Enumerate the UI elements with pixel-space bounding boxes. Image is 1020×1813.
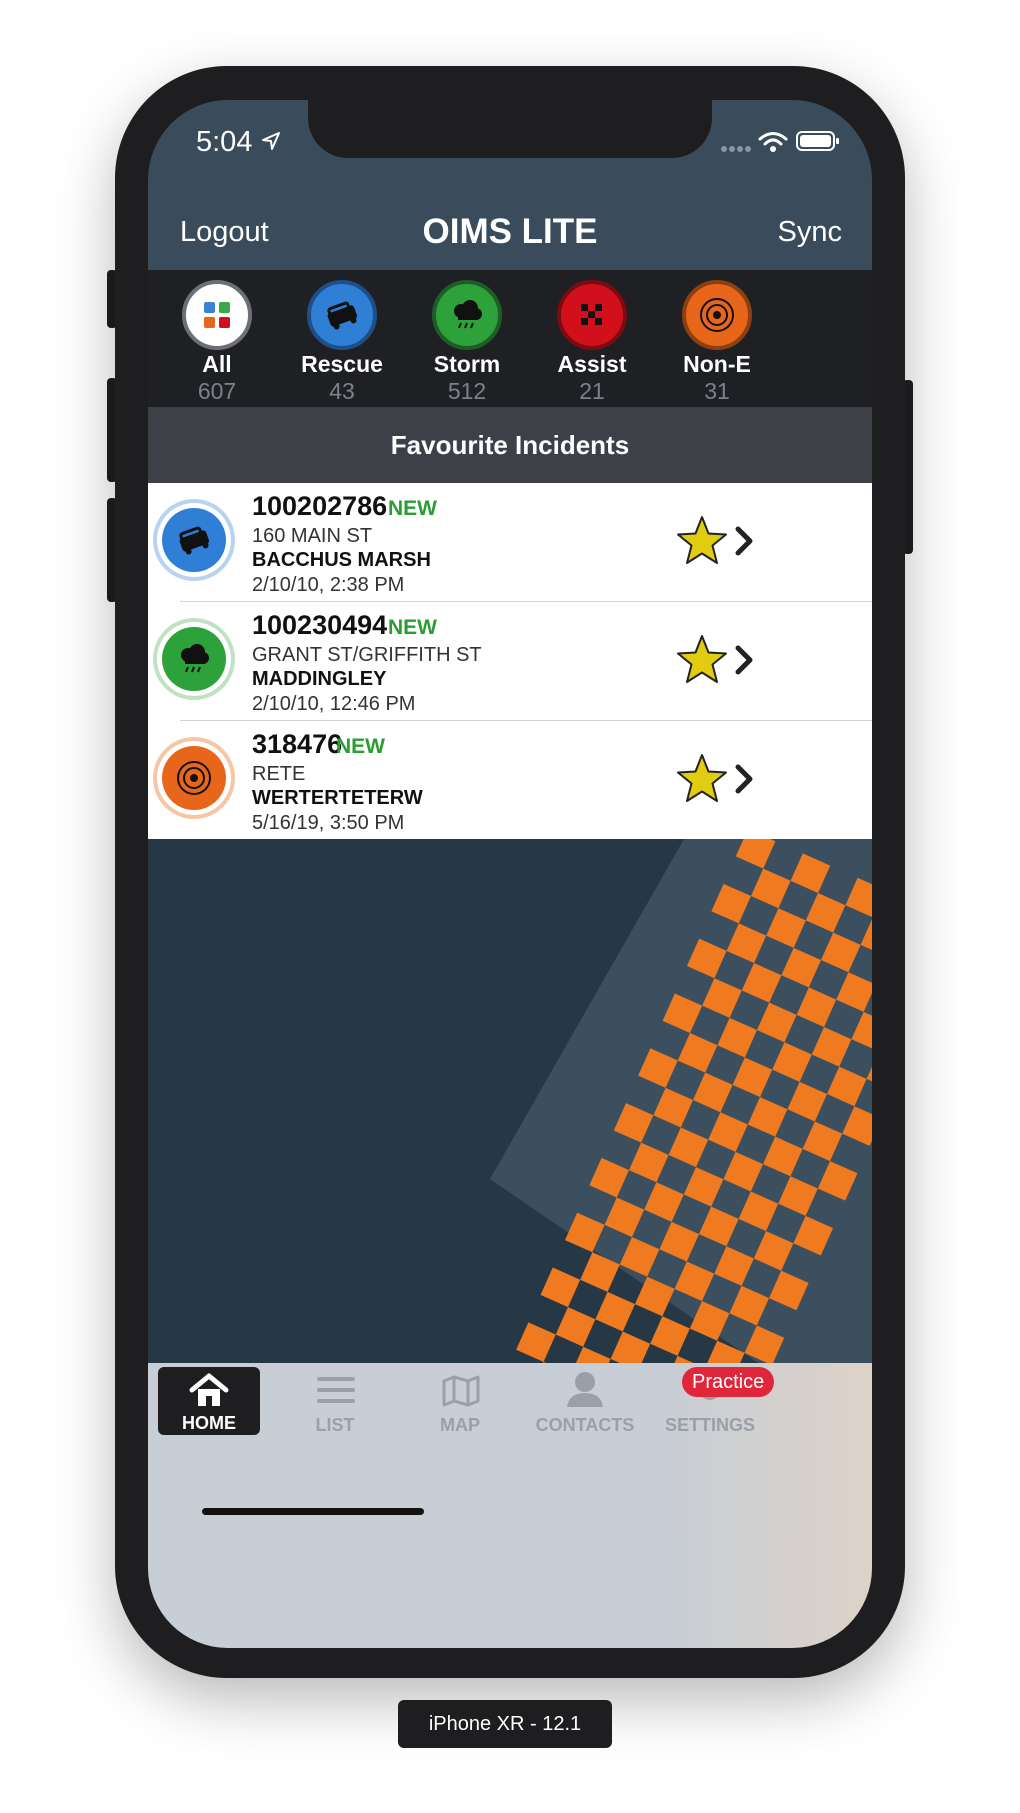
app-title: OIMS LITE: [422, 212, 598, 251]
chevron-right-icon[interactable]: [732, 642, 758, 678]
favourite-incidents-header: Favourite Incidents: [148, 407, 872, 483]
filter-label: Storm: [433, 351, 501, 377]
incident-number: 100230494: [252, 610, 388, 640]
filter-label: All: [202, 351, 232, 377]
storm-cloud-icon: [432, 280, 502, 350]
storm-cloud-icon: [162, 627, 226, 691]
device-notch: [308, 100, 712, 158]
checkered-pattern-graphic: [148, 839, 872, 1363]
phone-screen: 5:04 Logout OIMS LITE Sync All 607 Rescu…: [148, 100, 872, 1648]
favourite-star-icon[interactable]: [674, 751, 730, 807]
incident-address: RETE: [252, 763, 306, 785]
favourite-star-icon[interactable]: [674, 632, 730, 688]
filter-label: Rescue: [301, 351, 383, 377]
filter-count: 43: [329, 378, 355, 404]
filter-storm[interactable]: Storm 512: [407, 280, 527, 404]
assist-checker-icon: [557, 280, 627, 350]
battery-icon: [796, 131, 839, 151]
filter-label: Non-E: [683, 351, 751, 377]
tab-label: SETTINGS: [664, 1415, 755, 1435]
chevron-right-icon[interactable]: [732, 523, 758, 559]
rescue-car-icon: [307, 280, 377, 350]
new-badge: NEW: [336, 735, 385, 758]
home-icon: [189, 1373, 229, 1406]
target-rings-icon: [682, 280, 752, 350]
filter-rescue[interactable]: Rescue 43: [282, 280, 402, 404]
filter-assist[interactable]: Assist 21: [532, 280, 652, 404]
filter-count: 512: [447, 378, 487, 404]
filter-count: 607: [197, 378, 237, 404]
favourite-incidents-list: 100202786 NEW 160 MAIN ST BACCHUS MARSH …: [148, 483, 872, 839]
practice-badge: Practice: [682, 1367, 775, 1397]
filter-label: Assist: [557, 351, 627, 377]
incident-number: 100202786: [252, 491, 388, 521]
incident-date: 2/10/10, 2:38 PM: [252, 574, 405, 596]
status-time: 5:04: [196, 126, 253, 158]
tab-map[interactable]: MAP: [400, 1363, 520, 1443]
filter-all[interactable]: All 607: [157, 280, 277, 404]
new-badge: NEW: [388, 616, 437, 639]
incident-row[interactable]: 318476 NEW RETE WERTERTETERW 5/16/19, 3:…: [148, 721, 872, 840]
person-icon: [567, 1372, 603, 1407]
tab-home[interactable]: HOME: [158, 1367, 260, 1435]
favourite-star-icon[interactable]: [674, 513, 730, 569]
background-graphic: [148, 839, 872, 1363]
list-icon: [317, 1377, 355, 1403]
wifi-icon: [758, 132, 788, 152]
target-rings-icon: [162, 746, 226, 810]
incident-address: GRANT ST/GRIFFITH ST: [252, 644, 482, 666]
incident-suburb: MADDINGLEY: [252, 668, 387, 690]
all-categories-icon: [182, 280, 252, 350]
tab-label: MAP: [440, 1415, 480, 1435]
location-arrow-icon: [262, 132, 280, 150]
bottom-tab-bar: HOME LIST MAP CONTACTS SETTINGS Practice: [148, 1363, 872, 1648]
incident-number: 318476: [252, 729, 343, 759]
map-icon: [442, 1375, 480, 1407]
tab-contacts[interactable]: CONTACTS: [525, 1363, 645, 1443]
category-filter-bar: All 607 Rescue 43 Storm 512 Assist 21 No…: [148, 270, 872, 407]
nav-bar: Logout OIMS LITE Sync: [148, 198, 872, 270]
tab-label: CONTACTS: [535, 1415, 635, 1435]
incident-date: 2/10/10, 12:46 PM: [252, 693, 416, 715]
filter-count: 31: [704, 378, 730, 404]
incident-address: 160 MAIN ST: [252, 525, 373, 547]
incident-date: 5/16/19, 3:50 PM: [252, 812, 405, 834]
tab-label: LIST: [315, 1415, 355, 1435]
incident-row[interactable]: 100202786 NEW 160 MAIN ST BACCHUS MARSH …: [148, 483, 872, 602]
incident-suburb: BACCHUS MARSH: [252, 549, 431, 571]
incident-row[interactable]: 100230494 NEW GRANT ST/GRIFFITH ST MADDI…: [148, 602, 872, 721]
device-label: iPhone XR - 12.1: [398, 1700, 612, 1748]
tab-label: HOME: [182, 1413, 236, 1433]
incident-suburb: WERTERTETERW: [252, 787, 423, 809]
tab-list[interactable]: LIST: [275, 1363, 395, 1443]
new-badge: NEW: [388, 497, 437, 520]
sync-button[interactable]: Sync: [778, 216, 842, 249]
filter-count: 21: [579, 378, 605, 404]
home-indicator: [202, 1508, 424, 1515]
filter-non-emergency[interactable]: Non-E 31: [657, 280, 777, 404]
chevron-right-icon[interactable]: [732, 761, 758, 797]
cellular-signal-icon: [721, 146, 751, 152]
rescue-car-icon: [162, 508, 226, 572]
